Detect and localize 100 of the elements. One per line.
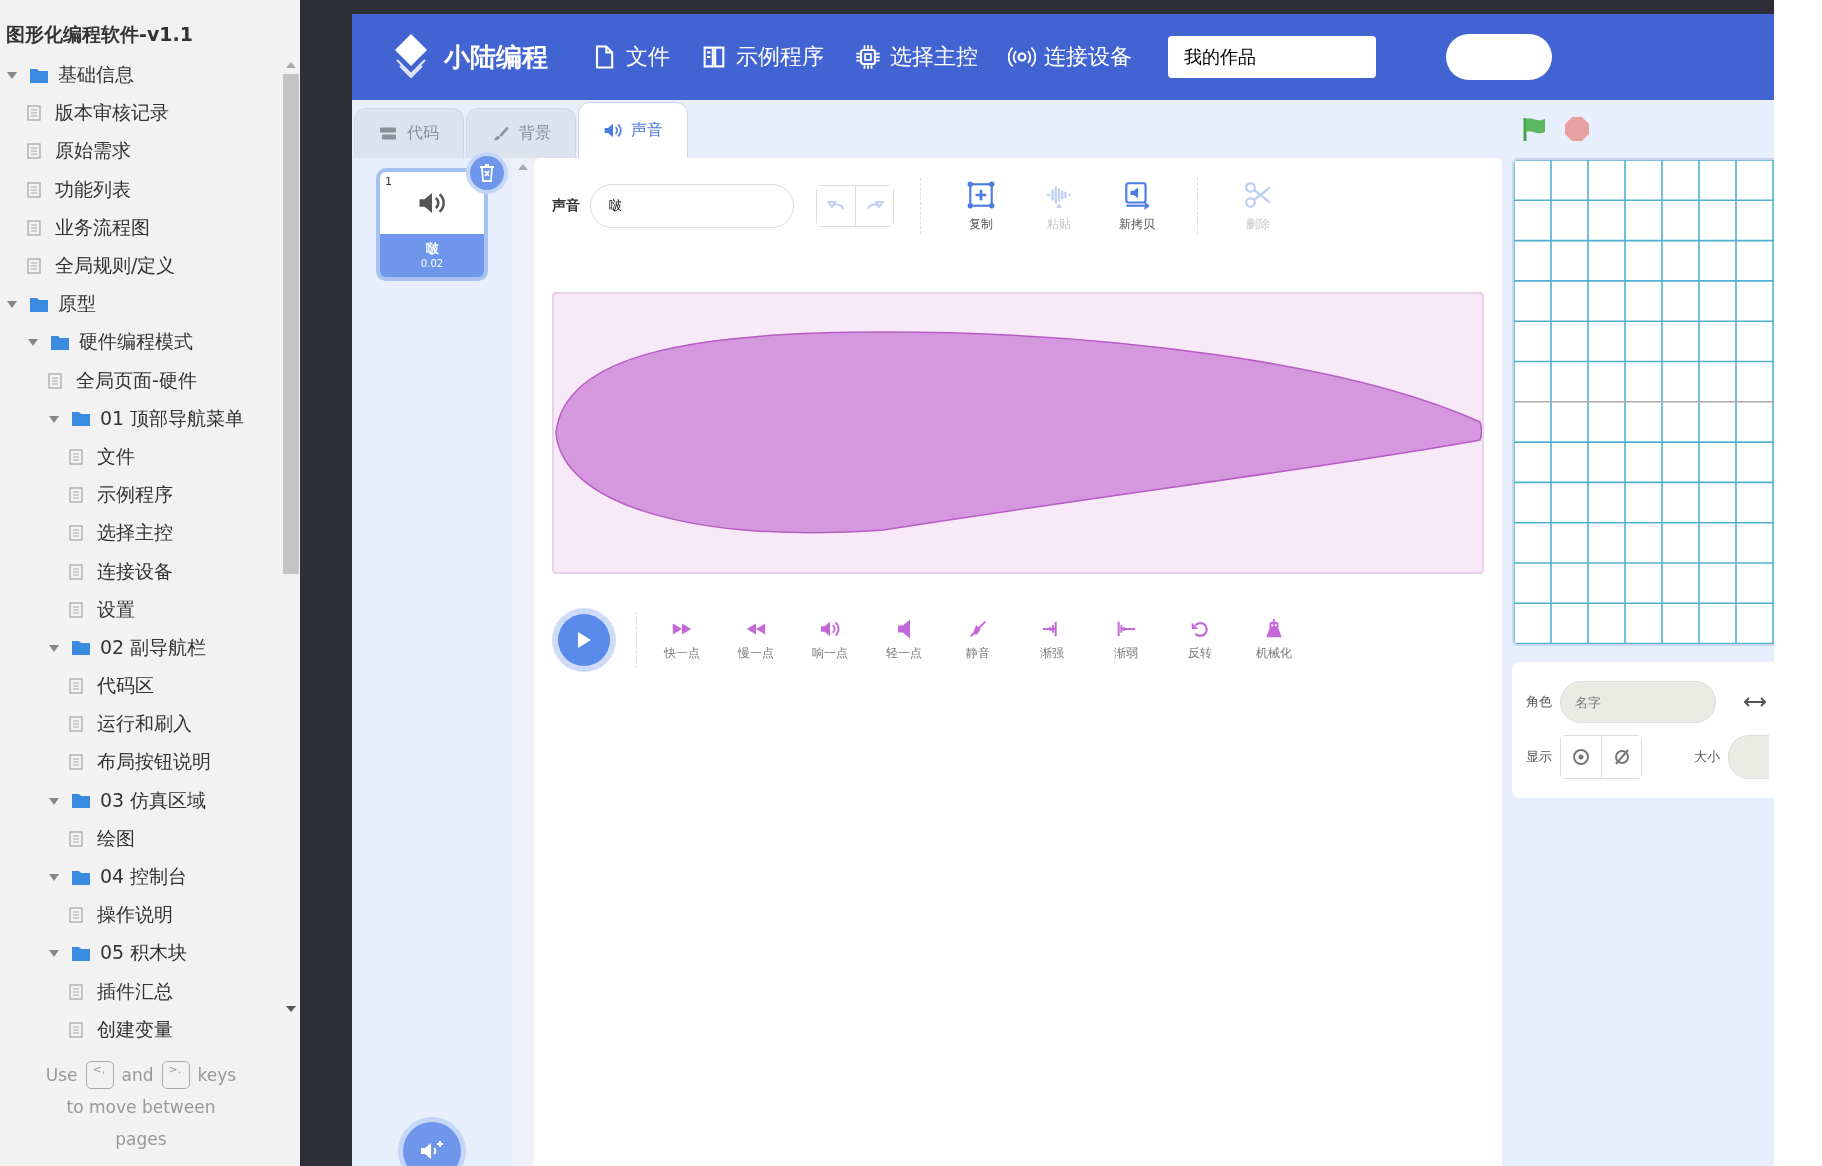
key-cap: <, — [85, 1060, 114, 1089]
effect-button[interactable]: 慢一点 — [719, 618, 793, 662]
hint-text: and — [121, 1063, 154, 1087]
page-icon — [69, 563, 83, 580]
tree-page[interactable]: 连接设备 — [0, 552, 282, 591]
tool-button[interactable]: 新拷贝 — [1103, 179, 1171, 233]
key-cap: >. — [161, 1060, 190, 1089]
hide-button[interactable] — [1601, 736, 1641, 778]
expanded-arrow-icon[interactable] — [48, 872, 60, 883]
sound-number: 1 — [385, 175, 392, 188]
scrollbar-thumb[interactable] — [283, 74, 299, 574]
effect-button[interactable]: 静音 — [941, 618, 1015, 662]
tree-folder[interactable]: 03 仿真区域 — [0, 781, 282, 820]
effect-button[interactable]: 快一点 — [645, 618, 719, 662]
tree-folder[interactable]: 05 积木块 — [0, 934, 282, 973]
sound-name-label: 声音 — [552, 197, 580, 215]
menu-item[interactable]: 示例程序 — [700, 42, 824, 72]
size-field[interactable] — [1728, 735, 1769, 779]
hint-text: keys — [197, 1063, 237, 1087]
tree-page[interactable]: 布局按钮说明 — [0, 743, 282, 782]
page-icon — [69, 907, 83, 924]
page-icon — [27, 143, 41, 160]
tree-page[interactable]: 绘图 — [0, 819, 282, 858]
menu-item[interactable]: 选择主控 — [854, 42, 978, 72]
folder-icon — [30, 296, 48, 312]
speaker-icon — [417, 190, 447, 216]
folder-icon — [30, 67, 48, 83]
page-icon — [69, 983, 83, 1000]
effect-button[interactable]: 渐弱 — [1089, 618, 1163, 662]
expanded-arrow-icon[interactable] — [27, 337, 39, 348]
scroll-down-icon[interactable] — [286, 1006, 296, 1012]
effect-button[interactable]: 反转 — [1163, 618, 1237, 662]
scroll-up-icon[interactable] — [518, 164, 528, 170]
tree-page[interactable]: 示例程序 — [0, 476, 282, 515]
sound-card[interactable]: 1 啵 0.02 — [376, 168, 488, 281]
effect-button[interactable]: 机械化 — [1237, 618, 1311, 662]
effect-button[interactable]: 响一点 — [793, 618, 867, 662]
tool-button[interactable]: 复制 — [947, 179, 1015, 233]
folder-icon — [72, 945, 90, 961]
tree-folder[interactable]: 硬件编程模式 — [0, 323, 282, 362]
expanded-arrow-icon[interactable] — [6, 70, 18, 81]
tree-page[interactable]: 插件汇总 — [0, 972, 282, 1011]
menu-item[interactable]: 连接设备 — [1008, 42, 1132, 72]
flag-icon[interactable] — [1522, 116, 1548, 142]
page-icon — [27, 105, 41, 122]
tree-page[interactable]: 全局规则/定义 — [0, 246, 282, 286]
tree-folder[interactable]: 基础信息 — [0, 56, 282, 95]
effect-button[interactable]: 轻一点 — [867, 618, 941, 662]
brand-name: 小陆编程 — [444, 40, 548, 74]
page-icon — [69, 525, 83, 542]
page-icon — [69, 754, 83, 771]
hint-text: to move between — [66, 1095, 216, 1119]
tree-page[interactable]: 原始需求 — [0, 132, 282, 171]
expanded-arrow-icon[interactable] — [48, 413, 60, 424]
sound-name-field[interactable]: 啵 — [590, 184, 794, 228]
undo-icon — [827, 200, 845, 212]
tree-folder[interactable]: 01 顶部导航菜单 — [0, 399, 282, 438]
tree-page[interactable]: 选择主控 — [0, 514, 282, 553]
visibility-label: 显示 — [1526, 748, 1552, 766]
hidden-icon — [1612, 748, 1631, 766]
stop-icon[interactable] — [1564, 116, 1590, 142]
mute-icon — [967, 618, 989, 639]
page-icon — [69, 830, 83, 847]
hint-text: Use — [45, 1063, 78, 1087]
expanded-arrow-icon[interactable] — [48, 795, 60, 806]
sprite-label: 角色 — [1526, 693, 1552, 711]
tree-page[interactable]: 功能列表 — [0, 170, 282, 209]
tree-folder[interactable]: 原型 — [0, 285, 282, 324]
expanded-arrow-icon[interactable] — [48, 948, 60, 959]
page-icon — [48, 372, 62, 389]
expanded-arrow-icon[interactable] — [6, 299, 18, 310]
scissors-icon — [1243, 179, 1273, 210]
sprite-name-field[interactable]: 名字 — [1560, 681, 1716, 723]
tree-page[interactable]: 文件 — [0, 437, 282, 477]
effect-button[interactable]: 渐强 — [1015, 618, 1089, 662]
tree-page[interactable]: 全局页面-硬件 — [0, 361, 282, 400]
tree-folder[interactable]: 04 控制台 — [0, 857, 282, 897]
tree-page[interactable]: 业务流程图 — [0, 208, 282, 247]
page-icon — [69, 678, 83, 695]
page-icon — [69, 716, 83, 733]
account-button[interactable] — [1446, 34, 1552, 80]
page-icon — [69, 1021, 83, 1038]
tree-folder[interactable]: 02 副导航栏 — [0, 628, 282, 667]
project-name-field[interactable]: 我的作品 — [1168, 36, 1376, 78]
tree-page[interactable]: 运行和刷入 — [0, 705, 282, 744]
tab[interactable]: 声音 — [578, 102, 688, 158]
trash-icon — [479, 164, 495, 182]
menu-item[interactable]: 文件 — [590, 42, 670, 72]
tree-page[interactable]: 代码区 — [0, 667, 282, 706]
redo-icon — [865, 200, 884, 212]
expanded-arrow-icon[interactable] — [48, 642, 60, 653]
folder-icon — [72, 869, 90, 885]
quiet-speaker-icon — [898, 618, 910, 639]
tree-page[interactable]: 版本审核记录 — [0, 94, 282, 133]
size-label: 大小 — [1694, 748, 1720, 766]
tree-page[interactable]: 设置 — [0, 590, 282, 629]
scroll-up-icon[interactable] — [286, 62, 296, 68]
tree-page[interactable]: 操作说明 — [0, 896, 282, 935]
tree-page[interactable]: 创建变量 — [0, 1010, 282, 1049]
play-icon — [576, 631, 592, 649]
